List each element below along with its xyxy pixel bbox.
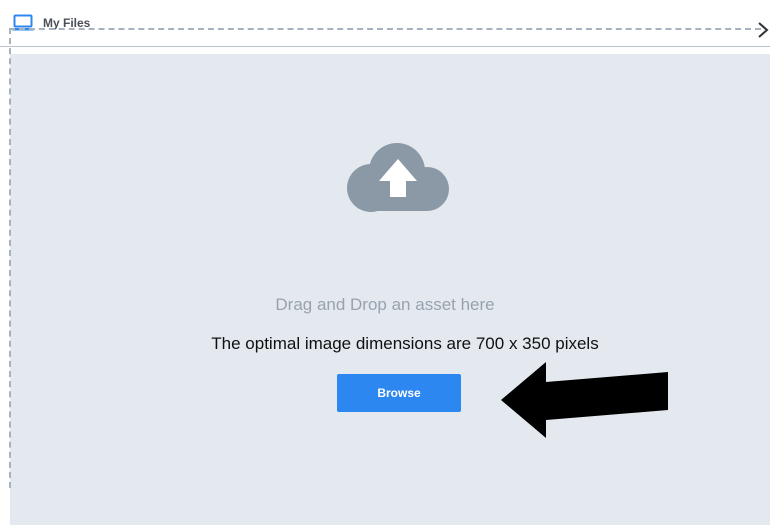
image-dimensions-note: The optimal image dimensions are 700 x 3…	[211, 334, 599, 353]
cloud-upload-icon	[347, 143, 449, 212]
arrow-left-icon	[501, 362, 668, 438]
browse-button[interactable]: Browse	[337, 374, 461, 412]
drag-drop-hint: Drag and Drop an asset here	[275, 295, 495, 314]
